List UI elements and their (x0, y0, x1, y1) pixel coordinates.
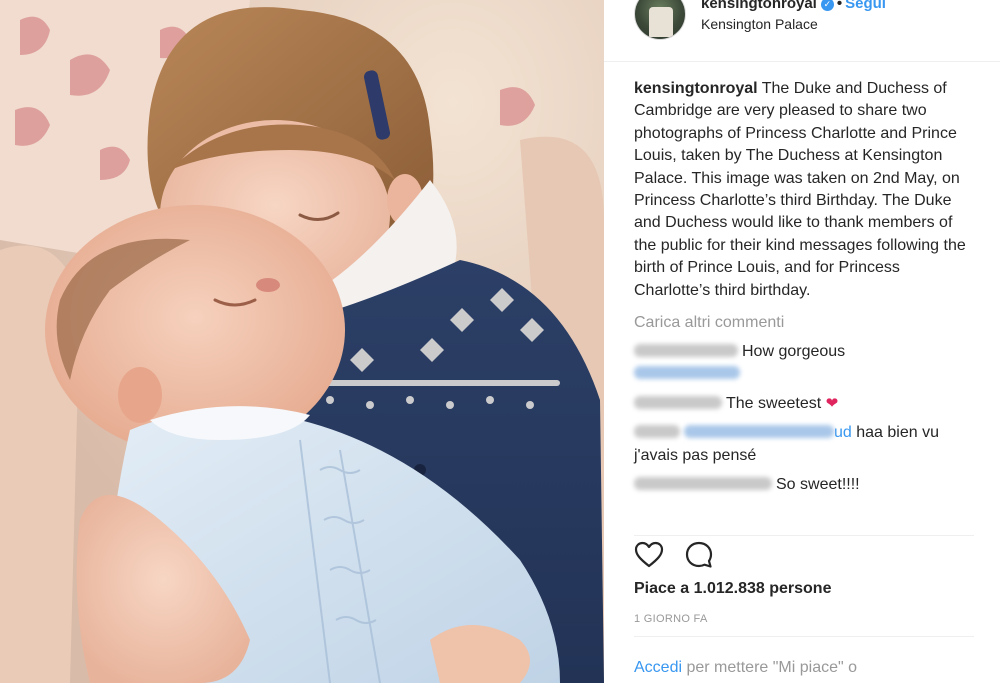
comment-item: So sweet!!!! (634, 474, 974, 496)
comment-text: How gorgeous (742, 343, 846, 361)
login-prompt: Accedi per mettere "Mi piace" o (634, 659, 857, 677)
caption-username[interactable]: kensingtonroyal (634, 80, 758, 97)
login-link[interactable]: Accedi (634, 659, 682, 676)
comment-mention-blurred[interactable] (684, 425, 834, 439)
heart-outline-icon[interactable] (634, 540, 664, 570)
username-link[interactable]: kensingtonroyal (701, 0, 817, 12)
avatar[interactable] (634, 0, 686, 40)
comment-item: The sweetest ❤ (634, 393, 974, 415)
post-sidebar: kensingtonroyal ✓ • Segui Kensington Palace… (604, 0, 1000, 683)
comment-username-blurred[interactable] (634, 344, 738, 358)
load-more-comments[interactable]: Carica altri commenti (634, 312, 974, 334)
comment-mention-suffix[interactable]: ud (834, 424, 852, 441)
comment-username-blurred[interactable] (634, 425, 680, 439)
comment-username-blurred[interactable] (634, 395, 722, 409)
comment-mention-blurred[interactable] (634, 366, 740, 380)
login-divider (634, 636, 974, 637)
comments-section: kensingtonroyal The Duke and Duchess of … (634, 78, 974, 497)
photo-children-illustration (0, 0, 604, 683)
post-timestamp[interactable]: 1 GIORNO FA (634, 613, 708, 625)
post-photo[interactable] (0, 0, 604, 683)
username-row: kensingtonroyal ✓ • Segui (701, 0, 886, 12)
post-header: kensingtonroyal ✓ • Segui Kensington Palace (604, 0, 1000, 62)
location-link[interactable]: Kensington Palace (701, 16, 818, 32)
red-heart-emoji: ❤ (825, 394, 839, 412)
comment-text: The sweetest (726, 394, 822, 412)
comment-username-blurred[interactable] (634, 477, 772, 491)
comment-item: ud haa bien vu j'avais pas pensé (634, 422, 974, 467)
login-prompt-text: per mettere "Mi piace" o (686, 659, 858, 676)
comment-item: How gorgeous (634, 341, 974, 386)
caption: kensingtonroyal The Duke and Duchess of … (634, 78, 974, 302)
likes-count[interactable]: Piace a 1.012.838 persone (634, 580, 831, 598)
comment-text: So sweet!!!! (776, 476, 860, 494)
action-bar (634, 535, 974, 575)
follow-button[interactable]: Segui (845, 0, 886, 12)
speech-bubble-icon[interactable] (684, 540, 714, 570)
separator-dot: • (836, 0, 843, 12)
verified-badge-icon: ✓ (820, 0, 834, 11)
caption-text: The Duke and Duchess of Cambridge are ve… (634, 80, 966, 299)
